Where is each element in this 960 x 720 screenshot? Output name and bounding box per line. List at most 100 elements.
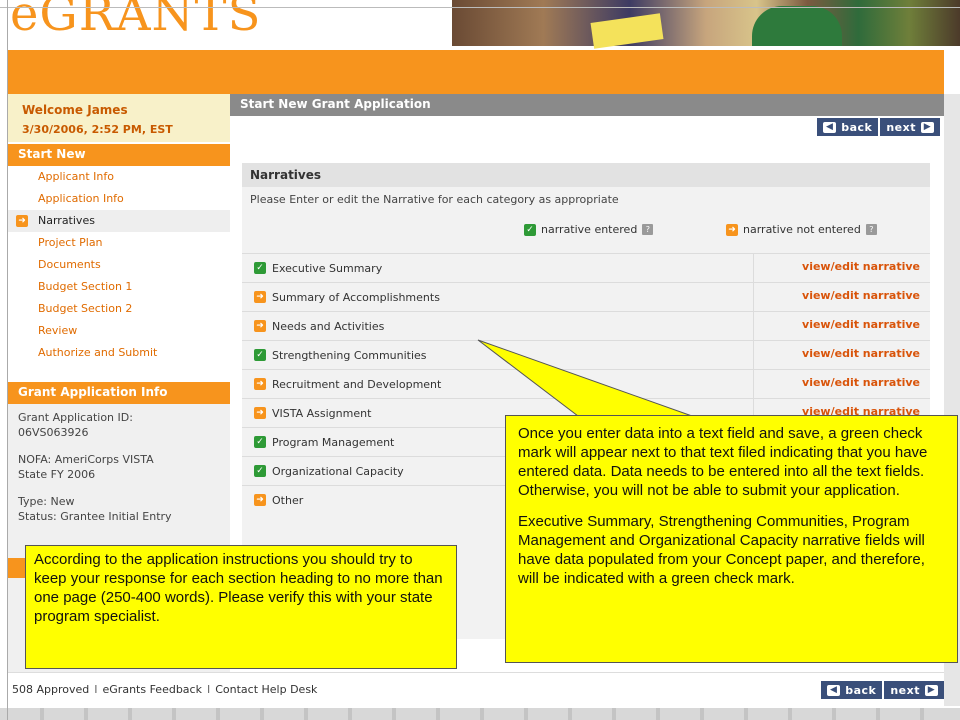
arrow-left-icon: ◀ (827, 684, 841, 696)
page-title: Start New Grant Application (230, 94, 944, 116)
footer-divider: I (206, 683, 211, 696)
help-icon[interactable]: ? (865, 224, 877, 235)
sidebar-item-label: Project Plan (38, 236, 103, 249)
footer-link-feedback[interactable]: eGrants Feedback (103, 683, 202, 696)
check-icon: ✓ (254, 349, 266, 361)
sidebar-item-application-info[interactable]: Application Info (8, 188, 230, 210)
next-button-bottom[interactable]: next ▶ (884, 681, 944, 699)
sidebar-item-label: Authorize and Submit (38, 346, 158, 359)
sidebar-item-label: Application Info (38, 192, 124, 205)
column-divider (753, 283, 754, 311)
narrative-label: Other (272, 493, 304, 507)
footer-link-help-desk[interactable]: Contact Help Desk (215, 683, 317, 696)
narrative-row-recruitment-and-development: ➜ Recruitment and Development view/edit na… (242, 369, 930, 398)
photo-person (752, 6, 842, 46)
callout-check-mark-info: Once you enter data into a text field an… (505, 415, 958, 663)
arrow-right-icon: ➜ (254, 407, 266, 419)
narratives-instructions: Please Enter or edit the Narrative for e… (250, 193, 619, 206)
sidebar-item-project-plan[interactable]: Project Plan (8, 232, 230, 254)
arrow-right-icon: ➜ (254, 494, 266, 506)
nofa-label: NOFA: AmeriCorps VISTA (18, 453, 154, 466)
callout-paragraph-2: Executive Summary, Strengthening Communi… (518, 513, 925, 587)
current-arrow-icon: ➜ (16, 215, 28, 227)
bottom-strip (0, 708, 960, 720)
check-icon: ✓ (254, 436, 266, 448)
callout-page-length: According to the application instruction… (25, 545, 457, 669)
orange-banner-bottom (8, 72, 944, 94)
bottom-nav-buttons: ◀ back next ▶ (821, 681, 944, 699)
narrative-row-needs-and-activities: ➜ Needs and Activities view/edit narrative (242, 311, 930, 340)
sidebar-item-label: Narratives (38, 214, 95, 227)
orange-banner-top (8, 50, 944, 72)
callout-paragraph-1: Once you enter data into a text field an… (518, 425, 928, 499)
back-button-label: back (845, 683, 877, 697)
next-button-label: next (886, 120, 916, 134)
sidebar-item-label: Documents (38, 258, 101, 271)
narrative-label: VISTA Assignment (272, 406, 372, 420)
sidebar-item-applicant-info[interactable]: Applicant Info (8, 166, 230, 188)
check-icon: ✓ (254, 465, 266, 477)
narrative-row-summary-of-accomplishments: ➜ Summary of Accomplishments view/edit nar… (242, 282, 930, 311)
narrative-label: Executive Summary (272, 261, 383, 275)
grant-info-heading: Grant Application Info (8, 382, 230, 404)
sidebar-item-review[interactable]: Review (8, 320, 230, 342)
grant-id-value: 06VS063926 (18, 426, 89, 439)
narrative-label: Program Management (272, 435, 395, 449)
sidebar-item-label: Review (38, 324, 78, 337)
back-button-label: back (841, 120, 873, 134)
welcome-text: Welcome James (22, 103, 128, 117)
legend-not-entered: ➜ narrative not entered ? (726, 223, 877, 236)
narrative-row-strengthening-communities: ✓ Strengthening Communities view/edit narr… (242, 340, 930, 369)
column-divider (753, 370, 754, 398)
footer-links: 508 Approved IeGrants Feedback I Contact He… (12, 683, 317, 696)
back-button-bottom[interactable]: ◀ back (821, 681, 883, 699)
narrative-label: Strengthening Communities (272, 348, 427, 362)
view-edit-narrative-link[interactable]: view/edit narrative (802, 318, 920, 331)
arrow-right-icon: ▶ (921, 121, 934, 133)
arrow-right-icon: ➜ (254, 378, 266, 390)
nofa-value: State FY 2006 (18, 468, 96, 481)
narrative-row-executive-summary: ✓ Executive Summary view/edit narrative (242, 253, 930, 282)
photo-paper (590, 13, 664, 49)
start-new-heading: Start New (8, 144, 230, 166)
next-button[interactable]: next ▶ (880, 118, 940, 136)
sidebar-nav: Applicant Info Application Info ➜ Narrati… (8, 166, 230, 364)
narratives-heading: Narratives (242, 163, 930, 187)
sidebar-item-label: Budget Section 1 (38, 280, 133, 293)
grant-id-label: Grant Application ID: (18, 411, 133, 424)
welcome-box: Welcome James 3/30/2006, 2:52 PM, EST (8, 94, 230, 142)
check-icon: ✓ (254, 262, 266, 274)
footer: 508 Approved IeGrants Feedback I Contact He… (8, 672, 944, 706)
check-icon: ✓ (524, 223, 536, 236)
legend-entered: ✓ narrative entered ? (524, 223, 654, 236)
sidebar-item-label: Applicant Info (38, 170, 114, 183)
view-edit-narrative-link[interactable]: view/edit narrative (802, 260, 920, 273)
session-datetime: 3/30/2006, 2:52 PM, EST (22, 123, 173, 136)
sidebar-item-label: Budget Section 2 (38, 302, 133, 315)
grant-status: Status: Grantee Initial Entry (18, 510, 172, 523)
arrow-right-icon: ➜ (254, 291, 266, 303)
back-button[interactable]: ◀ back (817, 118, 879, 136)
sidebar-item-authorize-submit[interactable]: Authorize and Submit (8, 342, 230, 364)
footer-link-508[interactable]: 508 Approved (12, 683, 89, 696)
top-nav-buttons: ◀ back next ▶ (817, 118, 940, 136)
narrative-label: Needs and Activities (272, 319, 385, 333)
sidebar-item-narratives[interactable]: ➜ Narratives (8, 210, 230, 232)
narrative-label: Organizational Capacity (272, 464, 404, 478)
narrative-label: Recruitment and Development (272, 377, 442, 391)
help-icon[interactable]: ? (642, 224, 654, 235)
narratives-legend: ✓ narrative entered ? ➜ narrative not en… (242, 211, 930, 247)
footer-divider: I (94, 683, 98, 696)
arrow-right-icon: ➜ (254, 320, 266, 332)
column-divider (753, 312, 754, 340)
top-rule (0, 7, 960, 8)
legend-not-entered-label: narrative not entered (743, 223, 861, 236)
view-edit-narrative-link[interactable]: view/edit narrative (802, 347, 920, 360)
left-rule (7, 0, 8, 720)
sidebar-item-budget-section-1[interactable]: Budget Section 1 (8, 276, 230, 298)
sidebar-item-budget-section-2[interactable]: Budget Section 2 (8, 298, 230, 320)
sidebar-item-documents[interactable]: Documents (8, 254, 230, 276)
next-button-label: next (890, 683, 920, 697)
view-edit-narrative-link[interactable]: view/edit narrative (802, 289, 920, 302)
view-edit-narrative-link[interactable]: view/edit narrative (802, 376, 920, 389)
